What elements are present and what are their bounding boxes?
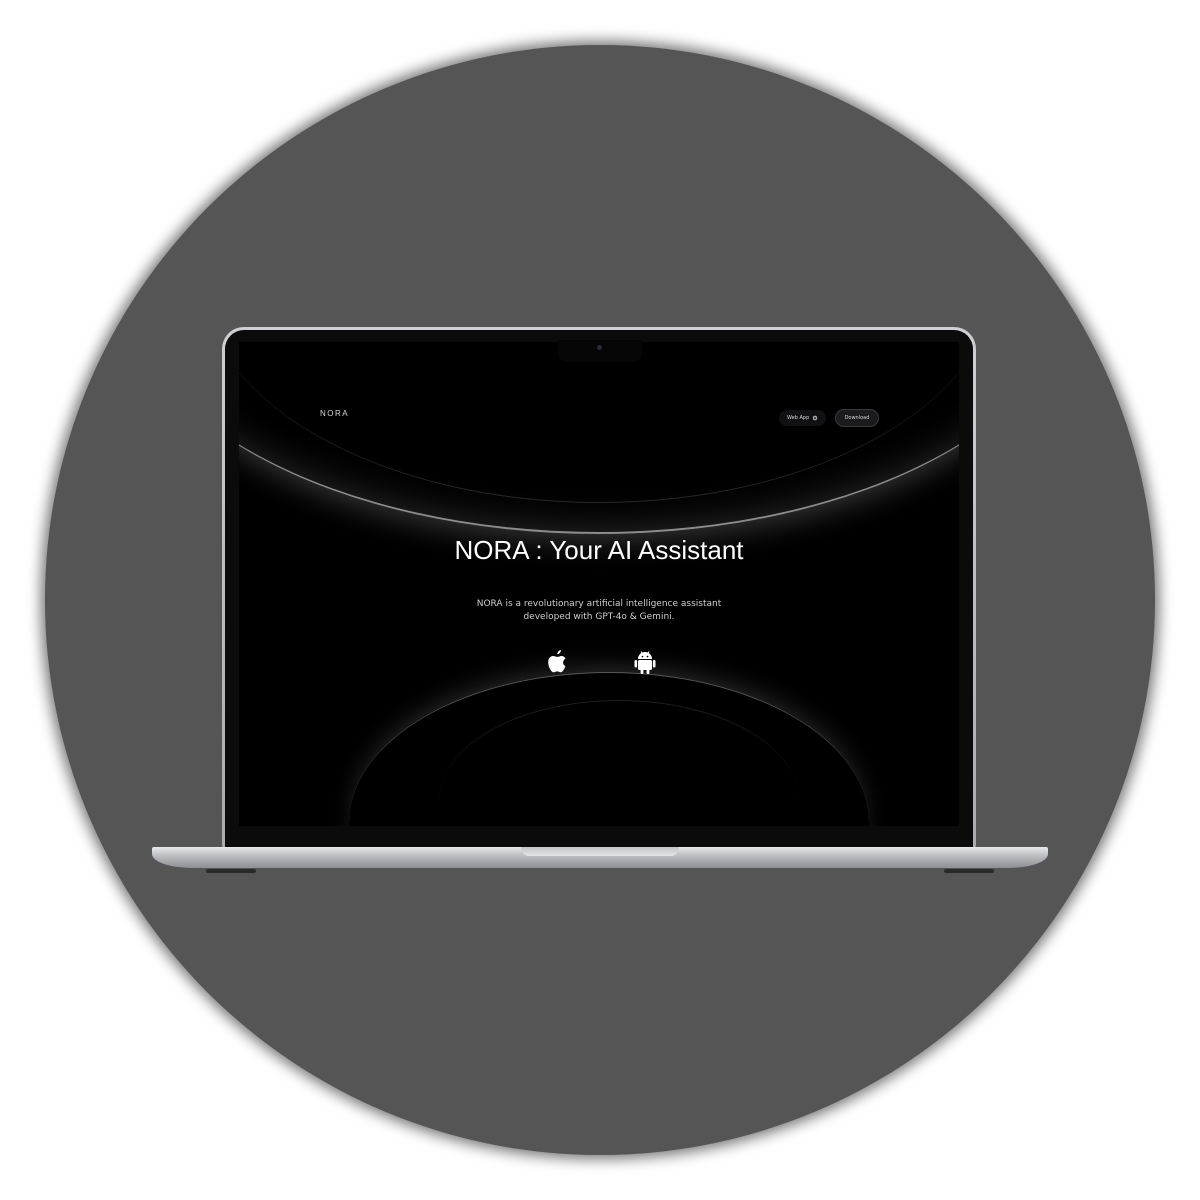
laptop-screen: NORA Web App Download NORA : Your AI Ass… xyxy=(239,342,959,826)
android-icon[interactable] xyxy=(633,648,657,676)
mockup-stage: NORA Web App Download NORA : Your AI Ass… xyxy=(0,0,1200,1200)
hero-subtitle-line2: developed with GPT-4o & Gemini. xyxy=(523,612,675,622)
camera-notch xyxy=(558,340,642,362)
apple-icon[interactable] xyxy=(545,648,569,676)
laptop-lid: NORA Web App Download NORA : Your AI Ass… xyxy=(222,327,976,849)
hero-subtitle-line1: NORA is a revolutionary artificial intel… xyxy=(476,599,722,609)
laptop-foot-right xyxy=(944,869,994,873)
laptop-opening-lip xyxy=(521,847,679,856)
laptop-base xyxy=(152,847,1048,868)
download-button[interactable]: Download xyxy=(835,409,879,427)
laptop-foot-left xyxy=(206,869,256,873)
brand-logo[interactable]: NORA xyxy=(320,409,349,418)
gear-icon xyxy=(813,415,818,421)
web-app-button[interactable]: Web App xyxy=(779,410,827,426)
hero-title: NORA : Your AI Assistant xyxy=(454,535,744,565)
laptop-bezel: NORA Web App Download NORA : Your AI Ass… xyxy=(225,330,973,849)
camera-icon xyxy=(597,345,602,350)
hero-subtitle: NORA is a revolutionary artificial intel… xyxy=(449,598,749,624)
web-app-label: Web App xyxy=(787,415,810,421)
